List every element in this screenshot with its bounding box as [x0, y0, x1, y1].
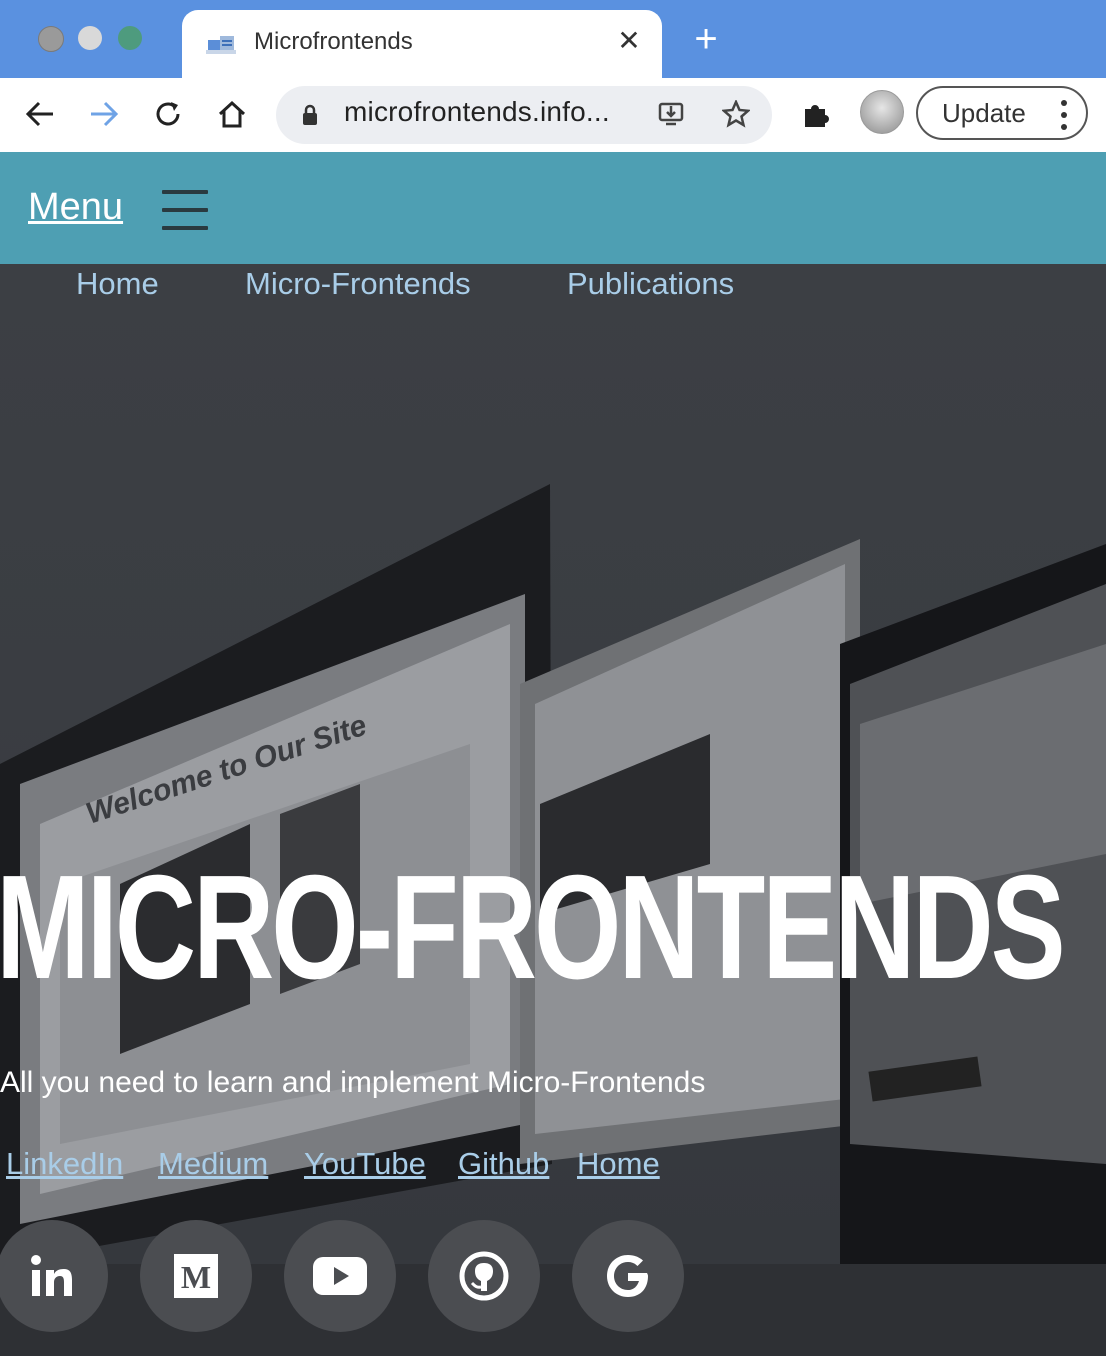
hero-subtitle: All you need to learn and implement Micr… — [0, 1066, 706, 1099]
extensions-icon[interactable] — [796, 94, 836, 134]
lock-icon — [303, 104, 317, 125]
reload-icon[interactable] — [148, 94, 188, 134]
back-icon[interactable] — [20, 94, 60, 134]
github-icon[interactable] — [428, 1220, 540, 1332]
nav-micro-frontends[interactable]: Micro-Frontends — [245, 266, 471, 302]
svg-text:M: M — [181, 1259, 211, 1295]
browser-titlebar: Microfrontends ✕ + — [0, 0, 1106, 78]
update-button[interactable]: Update — [916, 86, 1088, 140]
window-close-button[interactable] — [38, 26, 64, 52]
new-tab-button[interactable]: + — [688, 19, 724, 59]
google-icon[interactable] — [572, 1220, 684, 1332]
link-medium[interactable]: Medium — [158, 1146, 268, 1182]
nav-publications[interactable]: Publications — [567, 266, 734, 302]
window-minimize-button[interactable] — [78, 26, 102, 50]
install-app-icon[interactable] — [652, 94, 692, 134]
link-github[interactable]: Github — [458, 1146, 549, 1182]
menu-link[interactable]: Menu — [28, 186, 123, 229]
linkedin-icon[interactable] — [0, 1220, 108, 1332]
address-bar[interactable]: microfrontends.info... — [276, 86, 772, 144]
link-youtube[interactable]: YouTube — [304, 1146, 426, 1182]
link-linkedin[interactable]: LinkedIn — [6, 1146, 123, 1182]
hamburger-icon[interactable] — [162, 190, 208, 230]
kebab-menu-icon[interactable] — [1060, 98, 1068, 132]
tab-title: Microfrontends — [254, 28, 413, 55]
hero-section: Welcome to Our Site Home Micro-Frontends… — [0, 264, 1106, 1356]
hero-background-image: Welcome to Our Site — [0, 484, 1106, 1356]
nav-home[interactable]: Home — [76, 266, 159, 302]
browser-tab[interactable]: Microfrontends ✕ — [182, 10, 662, 78]
site-favicon-icon — [206, 36, 236, 54]
browser-toolbar: microfrontends.info... Update — [0, 78, 1106, 152]
site-nav: Home Micro-Frontends Publications — [0, 264, 1106, 312]
site-header: Menu — [0, 152, 1106, 264]
window-maximize-button[interactable] — [118, 26, 142, 50]
tab-close-icon[interactable]: ✕ — [614, 24, 644, 58]
url-text: microfrontends.info... — [344, 96, 610, 127]
bookmark-star-icon[interactable] — [716, 94, 756, 134]
update-label: Update — [942, 98, 1026, 128]
hero-title: MICRO-FRONTENDS — [0, 845, 1066, 1010]
youtube-icon[interactable] — [284, 1220, 396, 1332]
forward-icon[interactable] — [84, 94, 124, 134]
home-icon[interactable] — [212, 94, 252, 134]
medium-icon[interactable]: M — [140, 1220, 252, 1332]
profile-avatar[interactable] — [860, 90, 904, 134]
link-home[interactable]: Home — [577, 1146, 660, 1182]
